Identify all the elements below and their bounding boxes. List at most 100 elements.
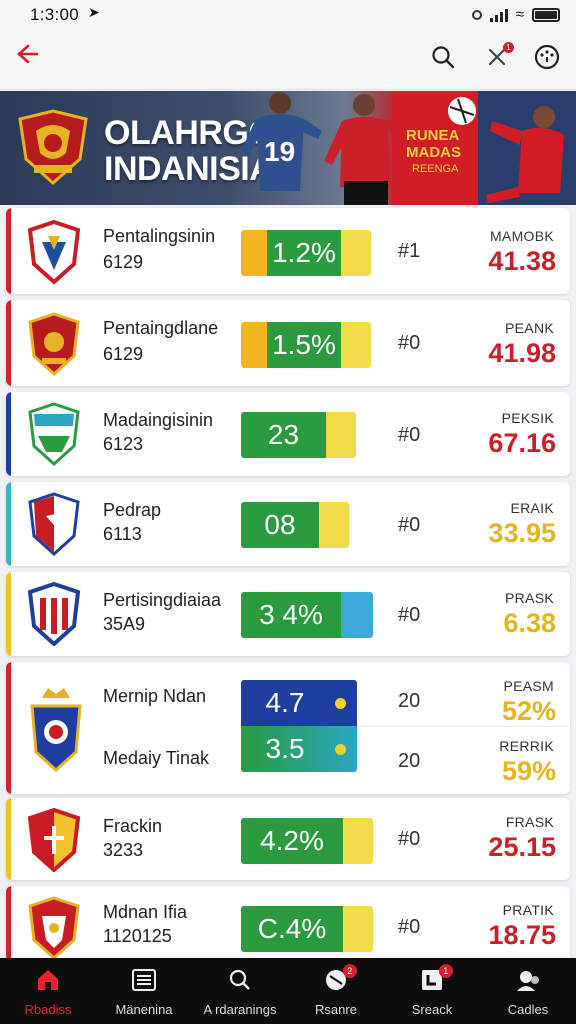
bar-value: 08: [264, 509, 296, 540]
stat-label: FRASK: [505, 814, 554, 830]
team-code: 6113: [103, 524, 142, 544]
rank-text: #0: [398, 604, 421, 626]
list-item[interactable]: Madaingisinin 6123 23 #0 PEKSIK 67.16: [6, 392, 570, 476]
bar-value: 4.2%: [260, 825, 324, 856]
stat-score: 6.38: [503, 608, 556, 638]
stat-score: 18.75: [488, 920, 556, 950]
stat-label: PEKSIK: [501, 410, 554, 426]
team-shield-icon: [28, 896, 80, 960]
list-item[interactable]: Mdnan Ifia 1120125 C.4% #0 PRATIK 18.75: [6, 886, 570, 962]
list-item[interactable]: Pedrap 6113 08 #0 ERAIK 33.95: [6, 482, 570, 566]
list-item[interactable]: Pentalingsinin 6129 1.2% #1 MAMOBK 41.38: [6, 208, 570, 294]
battery-icon: [532, 7, 560, 22]
team-shield-icon: [27, 220, 81, 284]
team-code: 1120125: [103, 926, 172, 946]
home-icon: [34, 966, 62, 994]
status-time: 1:3:00: [30, 5, 80, 24]
bar-value: 1.5%: [272, 329, 336, 360]
nav-badge: 2: [342, 964, 357, 978]
nav-item-home[interactable]: Rbadiss: [0, 958, 96, 1024]
back-arrow-icon[interactable]: [12, 40, 44, 72]
stat-score: 41.38: [488, 246, 556, 276]
close-icon[interactable]: 1: [482, 42, 514, 72]
team-name: Medaiy Tinak: [103, 748, 210, 768]
stat-label: RERRIK: [499, 738, 554, 754]
progress-bar: 1.5%: [241, 322, 371, 368]
team-code: 6123: [103, 434, 144, 454]
rank-text: #1: [398, 240, 421, 262]
nav-item-scoreboard[interactable]: 1 Sreack: [384, 958, 480, 1024]
team-name: Mernip Ndan: [103, 686, 207, 706]
rank-text: #0: [398, 424, 421, 446]
list-item[interactable]: Pentaingdlane 6129 1.5% #0 PEANK 41.98: [6, 300, 570, 386]
status-icons: ≈: [471, 6, 560, 23]
team-code: 35A9: [103, 614, 146, 634]
nav-item-rankings[interactable]: A rdaranings: [192, 958, 288, 1024]
app-toolbar: 1: [0, 30, 576, 90]
stat-label: MAMOBK: [489, 228, 554, 244]
wifi-icon: ≈: [515, 6, 524, 23]
rank-text: #0: [398, 828, 421, 850]
svg-text:19: 19: [264, 136, 295, 167]
team-name: Madaingisinin: [103, 410, 214, 430]
rank-text: #0: [398, 514, 421, 536]
team-name: Pentalingsinin: [103, 226, 216, 246]
progress-bar: 3 4%: [241, 592, 373, 638]
player-image: [478, 91, 576, 205]
stat-label: PEANK: [505, 320, 554, 336]
list-item[interactable]: Mernip Ndan Medaiy Tinak 4.7 3.5 20 20 P…: [6, 662, 570, 794]
stat-score: 52%: [501, 696, 556, 726]
close-badge: 1: [503, 42, 514, 53]
signal-icon: [489, 8, 508, 22]
dial-icon[interactable]: [532, 42, 562, 72]
player-image: 19: [240, 92, 322, 191]
stat-label: PEASM: [503, 678, 554, 694]
search-icon[interactable]: [428, 42, 458, 72]
garuda-crest-icon: [18, 109, 88, 185]
team-crest-icon: [30, 688, 82, 772]
hero-banner[interactable]: OLAHRGGA INDANISIA 19 RUNEA MADAS REENGA: [0, 91, 576, 205]
team-name: Frackin: [103, 816, 163, 836]
nav-item-menu[interactable]: Mänenina: [96, 958, 192, 1024]
nav-item-profile[interactable]: Cadles: [480, 958, 576, 1024]
location-arrow-icon: ➤: [88, 4, 100, 20]
rank-text: 20: [398, 690, 421, 712]
stat-label: PRASK: [505, 590, 554, 606]
bar-value: 1.2%: [272, 237, 336, 268]
nav-item-scores[interactable]: 2 Rsanre: [288, 958, 384, 1024]
list-item[interactable]: Frackin 3233 4.2% #0 FRASK 25.15: [6, 798, 570, 880]
team-shield-icon: [28, 402, 80, 466]
stat-score: 25.15: [488, 832, 556, 862]
list-icon: [130, 966, 158, 994]
nav-label: Cadles: [507, 1002, 549, 1017]
stat-score: 41.98: [488, 338, 556, 368]
stat-score: 33.95: [488, 518, 556, 548]
nav-label: A rdaranings: [203, 1002, 277, 1017]
stat-score: 59%: [501, 756, 556, 786]
nav-badge: 1: [438, 964, 453, 978]
team-shield-icon: [28, 492, 80, 556]
nav-label: Mänenina: [115, 1002, 173, 1017]
search-icon: [226, 966, 254, 994]
team-name: Mdnan Ifia: [103, 902, 188, 922]
team-crest-icon: [28, 312, 80, 376]
rank-text: #0: [398, 916, 421, 938]
team-name: Pedrap: [103, 500, 162, 520]
team-code: 6129: [103, 344, 144, 364]
team-code: 3233: [103, 840, 144, 860]
team-name: Pertisingdiaiaa: [103, 590, 222, 610]
nav-label: Sreack: [411, 1002, 453, 1017]
profile-icon: [514, 966, 542, 994]
progress-bar: 08: [241, 502, 349, 548]
record-icon: [471, 9, 482, 20]
stat-label: PRATIK: [502, 902, 554, 918]
bar-value: C.4%: [257, 913, 327, 944]
list-item[interactable]: Pertisingdiaiaa 35A9 3 4% #0 PRASK 6.38: [6, 572, 570, 656]
bar-value: 3.5: [265, 733, 305, 764]
team-code: 6129: [103, 252, 144, 272]
progress-bar: 4.2%: [241, 818, 373, 864]
stat-label: ERAIK: [510, 500, 554, 516]
team-shield-icon: [27, 582, 81, 646]
sponsor-ad[interactable]: RUNEA MADAS REENGA: [392, 91, 478, 205]
progress-bar: 23: [241, 412, 356, 458]
